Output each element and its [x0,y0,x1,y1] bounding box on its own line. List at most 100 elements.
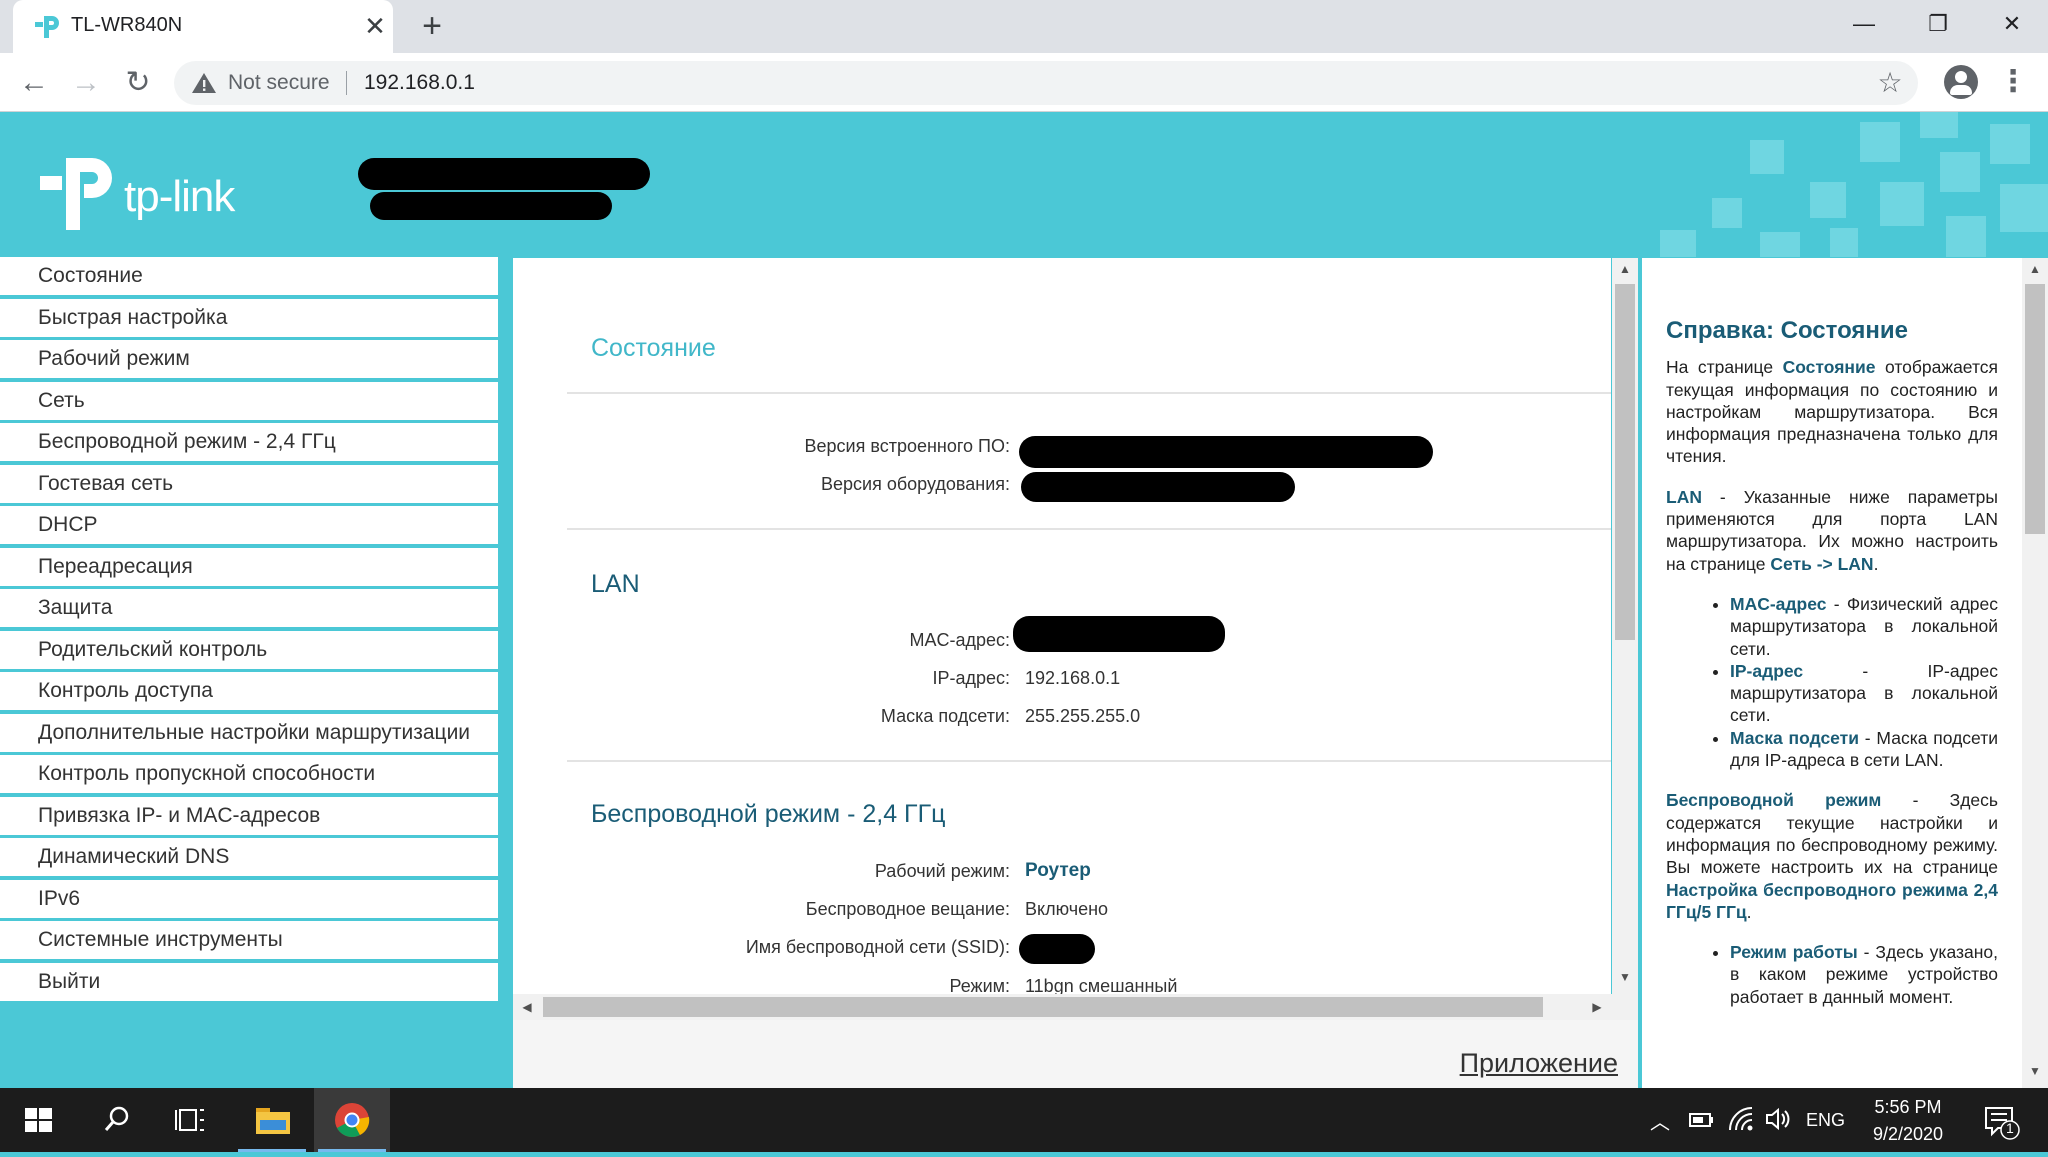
help-text: . [1873,553,1879,574]
sidebar-item-status[interactable]: Состояние [0,257,498,295]
header-decoration [2000,184,2048,232]
back-arrow-icon[interactable]: ← [14,63,54,103]
folder-icon [256,1108,290,1134]
content-vertical-scrollbar[interactable]: ▲ ▼ [1612,258,1638,1020]
chrome-button[interactable] [314,1088,390,1152]
search-button[interactable] [78,1088,154,1152]
volume-icon[interactable] [1764,1106,1792,1132]
help-link-network-lan: Сеть -> LAN [1770,553,1874,574]
sidebar-item-system-tools[interactable]: Системные инструменты [0,921,498,959]
sidebar-item-quick-setup[interactable]: Быстрая настройка [0,299,498,337]
tab-close-icon[interactable]: ✕ [361,10,389,42]
sidebar-item-advanced-routing[interactable]: Дополнительные настройки маршрутизации [0,714,498,752]
window-minimize-button[interactable]: — [1834,6,1894,42]
wireless-broadcast-label: Беспроводное вещание: [805,899,1010,919]
scroll-up-arrow-icon[interactable]: ▲ [1615,262,1635,276]
content-horizontal-scrollbar[interactable]: ◀ ▶ [513,994,1638,1020]
scroll-right-arrow-icon[interactable]: ▶ [1587,1000,1607,1014]
help-term: Маска подсети [1730,727,1860,748]
clock-time: 5:56 PM [1874,1097,1942,1117]
clock-date: 9/2/2020 [1872,1124,1944,1144]
notification-center-icon[interactable] [1982,1102,2022,1142]
window-restore-button[interactable]: ❐ [1908,6,1968,42]
help-term: LAN [1666,486,1702,507]
bookmark-star-icon[interactable]: ☆ [1874,67,1906,99]
sidebar-item-parental-control[interactable]: Родительский контроль [0,631,498,669]
tplink-favicon-icon [35,16,59,38]
file-explorer-button[interactable] [234,1088,310,1152]
redacted-hardware-value [1021,472,1295,502]
wireless-broadcast-value: Включено [1025,899,1109,919]
task-view-button[interactable] [154,1088,230,1152]
scroll-down-arrow-icon[interactable]: ▼ [1615,970,1635,984]
header-decoration [1750,140,1784,174]
avatar-head [1955,71,1967,83]
appendix-link[interactable]: Приложение [1460,1048,1618,1079]
help-list-item: MAC-адрес - Физический адрес маршрутизат… [1730,593,1998,660]
browser-tab-strip: TL-WR840N ✕ + — ❐ ✕ [0,0,2048,53]
scrollbar-thumb[interactable] [543,997,1543,1017]
sidebar-item-operation-mode[interactable]: Рабочий режим [0,340,498,378]
avatar-body [1950,85,1972,95]
help-list-item: Режим работы - Здесь указано, в каком ре… [1730,941,1998,1008]
help-term: IP-адрес [1730,660,1804,681]
firmware-version-label: Версия встроенного ПО: [804,436,1010,456]
header-decoration [1760,232,1800,257]
start-button[interactable] [0,1088,76,1152]
help-list-item: IP-адрес - IP-адрес маршрутизатора в лок… [1730,660,1998,727]
scroll-left-arrow-icon[interactable]: ◀ [517,1000,537,1014]
sidebar-item-ip-mac-binding[interactable]: Привязка IP- и MAC-адресов [0,797,498,835]
warning-triangle-icon [192,73,216,93]
header-decoration [1810,182,1846,218]
scroll-up-arrow-icon[interactable]: ▲ [2025,262,2045,276]
help-text: . [1746,901,1752,922]
new-tab-button[interactable]: + [415,8,449,44]
sidebar-item-dhcp[interactable]: DHCP [0,506,498,544]
redacted-model-number [370,192,612,220]
scroll-down-arrow-icon[interactable]: ▼ [2025,1064,2045,1078]
help-title: Справка: Состояние [1666,317,1909,344]
sidebar-item-bandwidth-control[interactable]: Контроль пропускной способности [0,755,498,793]
sidebar-item-network[interactable]: Сеть [0,382,498,420]
help-vertical-scrollbar[interactable]: ▲ ▼ [2022,258,2048,1088]
sidebar-item-forwarding[interactable]: Переадресация [0,548,498,586]
sidebar-item-security[interactable]: Защита [0,589,498,627]
sidebar-item-dynamic-dns[interactable]: Динамический DNS [0,838,498,876]
header-decoration [1830,228,1858,257]
forward-arrow-icon[interactable]: → [66,63,106,103]
battery-icon[interactable] [1688,1108,1716,1132]
help-term: Беспроводной режим [1666,790,1882,811]
sidebar-item-guest-network[interactable]: Гостевая сеть [0,465,498,503]
subnet-mask-value: 255.255.255.0 [1025,706,1141,726]
help-text: На странице [1666,357,1783,378]
tray-chevron-icon[interactable]: ︿ [1650,1106,1670,1135]
header-decoration [1860,122,1900,162]
window-close-button[interactable]: ✕ [1982,6,2042,42]
reload-icon[interactable]: ↻ [118,63,158,103]
help-paragraph: Беспроводной режим - Здесь содержатся те… [1666,789,1998,923]
scrollbar-thumb[interactable] [1615,284,1635,640]
header-decoration [1940,152,1980,192]
ip-address-label: IP-адрес: [932,668,1010,688]
status-content-frame: Состояние Версия встроенного ПО: Версия … [513,258,1611,1020]
browser-tab[interactable]: TL-WR840N ✕ [13,0,393,53]
scrollbar-thumb[interactable] [2025,284,2045,534]
sidebar-item-logout[interactable]: Выйти [0,963,498,1001]
url-text[interactable]: 192.168.0.1 [364,71,475,95]
taskbar-clock[interactable]: 5:56 PM 9/2/2020 [1860,1094,1956,1148]
sidebar-item-wireless[interactable]: Беспроводной режим - 2,4 ГГц [0,423,498,461]
input-language-indicator[interactable]: ENG [1806,1110,1845,1131]
browser-menu-icon[interactable]: ⋮ [1998,65,2028,99]
help-paragraph: LAN - Указанные ниже параметры применяют… [1666,486,1998,575]
sidebar-item-ipv6[interactable]: IPv6 [0,880,498,918]
operation-mode-value: Роутер [1025,860,1091,881]
content-footer: Приложение [513,1020,1638,1088]
security-indicator[interactable]: Not secure [228,71,330,95]
sidebar-item-access-control[interactable]: Контроль доступа [0,672,498,710]
search-icon [104,1106,129,1131]
lan-section-title: LAN [591,570,640,598]
address-bar[interactable]: Not secure 192.168.0.1 ☆ [174,61,1918,105]
chrome-icon [335,1103,370,1137]
profile-avatar-icon[interactable] [1944,65,1978,99]
wifi-icon[interactable] [1728,1106,1756,1132]
